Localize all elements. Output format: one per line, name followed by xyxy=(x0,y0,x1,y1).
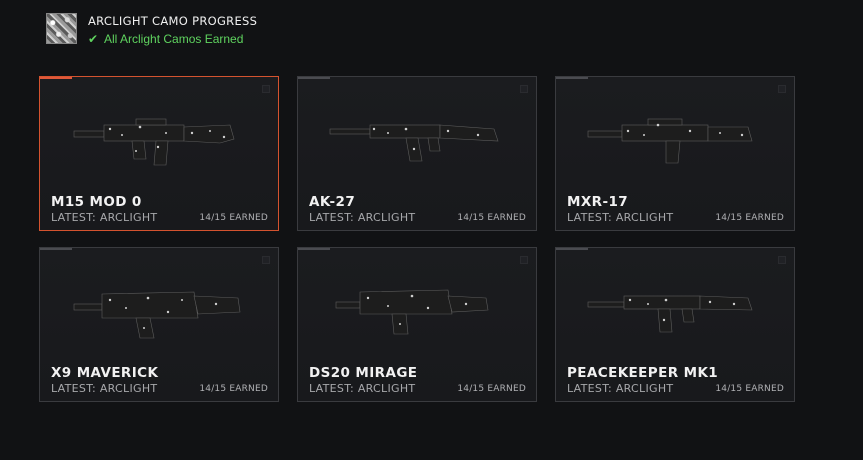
arclight-camo-thumbnail xyxy=(46,13,77,44)
latest-camo: LATEST: ARCLIGHT xyxy=(309,382,416,395)
weapon-name: MXR-17 xyxy=(567,194,629,210)
card-accent-bar xyxy=(298,248,330,250)
earned-count: 14/15 EARNED xyxy=(715,384,784,394)
latest-camo: LATEST: ARCLIGHT xyxy=(51,382,158,395)
weapon-card-ds20-mirage[interactable]: DS20 MIRAGE LATEST: ARCLIGHT 14/15 EARNE… xyxy=(297,247,537,402)
earned-count: 14/15 EARNED xyxy=(715,213,784,223)
earned-count: 14/15 EARNED xyxy=(199,213,268,223)
corner-badge-icon xyxy=(778,85,786,93)
weapon-name: X9 MAVERICK xyxy=(51,365,159,381)
corner-badge-icon xyxy=(520,256,528,264)
weapon-card-ak-27[interactable]: AK-27 LATEST: ARCLIGHT 14/15 EARNED xyxy=(297,76,537,231)
card-accent-bar xyxy=(298,77,330,79)
earned-count: 14/15 EARNED xyxy=(199,384,268,394)
weapon-name: PEACEKEEPER MK1 xyxy=(567,365,719,381)
completion-status-label: All Arclight Camos Earned xyxy=(104,32,244,46)
weapon-card-m15-mod-0[interactable]: M15 MOD 0 LATEST: ARCLIGHT 14/15 EARNED xyxy=(39,76,279,231)
page-title: ARCLIGHT CAMO PROGRESS xyxy=(88,14,258,28)
card-accent-bar xyxy=(40,248,72,250)
weapon-name: DS20 MIRAGE xyxy=(309,365,418,381)
m15-mod-0-weapon-icon xyxy=(73,118,235,166)
latest-camo: LATEST: ARCLIGHT xyxy=(567,211,674,224)
corner-badge-icon xyxy=(262,256,270,264)
corner-badge-icon xyxy=(520,85,528,93)
card-accent-bar xyxy=(556,248,588,250)
weapon-name: M15 MOD 0 xyxy=(51,194,142,210)
card-accent-bar xyxy=(556,77,588,79)
weapon-grid: M15 MOD 0 LATEST: ARCLIGHT 14/15 EARNED … xyxy=(39,76,796,402)
latest-camo: LATEST: ARCLIGHT xyxy=(567,382,674,395)
weapon-card-mxr-17[interactable]: MXR-17 LATEST: ARCLIGHT 14/15 EARNED xyxy=(555,76,795,231)
mxr-17-weapon-icon xyxy=(587,118,753,164)
check-icon: ✔ xyxy=(88,32,99,46)
ak-27-weapon-icon xyxy=(329,124,499,162)
earned-count: 14/15 EARNED xyxy=(457,213,526,223)
corner-badge-icon xyxy=(778,256,786,264)
peacekeeper-mk1-weapon-icon xyxy=(587,295,753,333)
earned-count: 14/15 EARNED xyxy=(457,384,526,394)
camo-progress-header: ARCLIGHT CAMO PROGRESS ✔ All Arclight Ca… xyxy=(46,13,257,46)
card-accent-bar xyxy=(40,77,72,79)
ds20-mirage-weapon-icon xyxy=(335,289,489,335)
header-text: ARCLIGHT CAMO PROGRESS ✔ All Arclight Ca… xyxy=(88,14,257,46)
latest-camo: LATEST: ARCLIGHT xyxy=(51,211,158,224)
corner-badge-icon xyxy=(262,85,270,93)
weapon-card-x9-maverick[interactable]: X9 MAVERICK LATEST: ARCLIGHT 14/15 EARNE… xyxy=(39,247,279,402)
weapon-name: AK-27 xyxy=(309,194,356,210)
weapon-card-peacekeeper-mk1[interactable]: PEACEKEEPER MK1 LATEST: ARCLIGHT 14/15 E… xyxy=(555,247,795,402)
completion-status: ✔ All Arclight Camos Earned xyxy=(88,32,257,46)
x9-maverick-weapon-icon xyxy=(73,291,241,339)
latest-camo: LATEST: ARCLIGHT xyxy=(309,211,416,224)
